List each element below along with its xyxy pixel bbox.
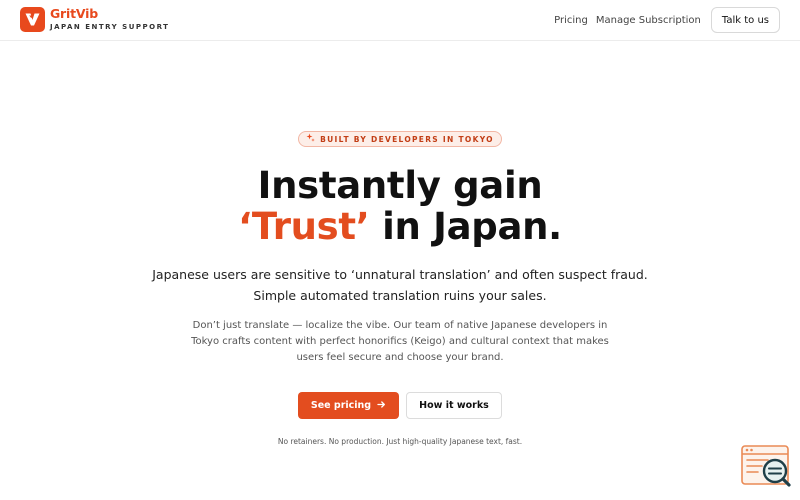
brand-logo[interactable]: GritVib JAPAN ENTRY SUPPORT [20, 7, 169, 32]
see-pricing-label: See pricing [310, 400, 372, 411]
top-nav: Pricing Manage Subscription Talk to us [554, 7, 780, 33]
see-pricing-button[interactable]: See pricing [298, 392, 399, 419]
how-it-works-button[interactable]: How it works [406, 392, 502, 419]
headline-rest: in Japan. [369, 205, 562, 248]
headline-line-1: Instantly gain [257, 164, 543, 207]
headline-accent: ‘Trust’ [238, 205, 370, 248]
nav-pricing-link[interactable]: Pricing [554, 15, 588, 26]
hero-badge: BUILT BY DEVELOPERS IN TOKYO [298, 131, 502, 147]
nav-manage-subscription-link[interactable]: Manage Subscription [596, 15, 701, 26]
browser-search-icon[interactable] [740, 444, 792, 490]
badge-label: BUILT BY DEVELOPERS IN TOKYO [320, 134, 494, 144]
v-logo-icon [20, 7, 45, 32]
hero-headline: Instantly gain ‘Trust’ in Japan. [0, 165, 800, 247]
brand-text: GritVib JAPAN ENTRY SUPPORT [50, 8, 169, 31]
site-header: GritVib JAPAN ENTRY SUPPORT Pricing Mana… [0, 0, 800, 41]
hero-footnote: No retainers. No production. Just high-q… [277, 437, 523, 446]
arrow-right-icon [377, 400, 386, 412]
talk-to-us-button[interactable]: Talk to us [710, 7, 780, 33]
brand-name: GritVib [50, 6, 98, 22]
hero-body: Don’t just translate — localize the vibe… [191, 320, 609, 363]
brand-tagline: JAPAN ENTRY SUPPORT [50, 22, 170, 31]
sparkle-icon [306, 133, 315, 145]
hero-lead: Japanese users are sensitive to ‘unnatur… [152, 267, 648, 303]
